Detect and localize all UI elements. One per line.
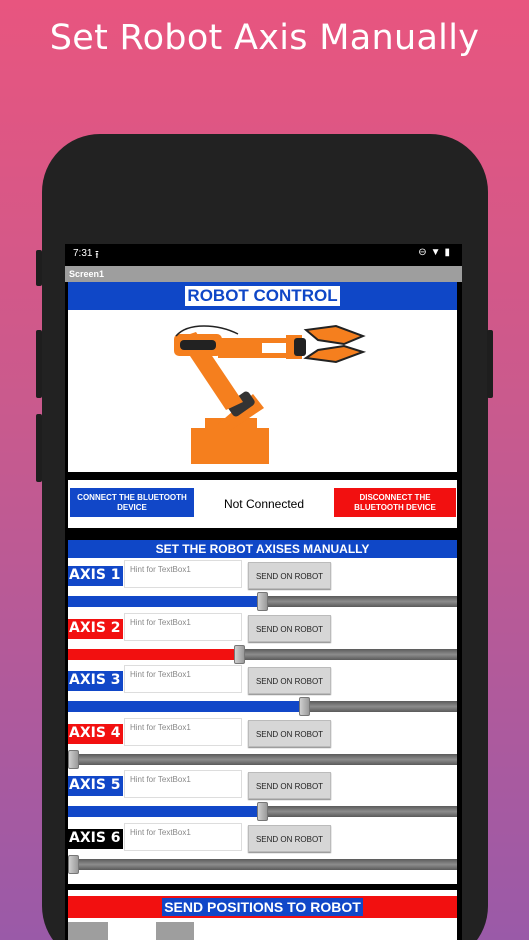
robot-arm-icon	[174, 324, 367, 464]
send-positions-header: SEND POSITIONS TO ROBOT	[68, 896, 457, 918]
phone-side-button	[487, 330, 493, 398]
axis-slider-fill	[68, 648, 237, 660]
disconnect-bluetooth-button[interactable]: DISCONNECT THE BLUETOOTH DEVICE	[334, 488, 456, 517]
battery-icon: ▮	[444, 247, 454, 258]
axis-row: AXIS 5 Hint for TextBox1 SEND ON ROBOT	[68, 770, 457, 823]
status-time: 7:31	[73, 248, 93, 259]
axis-slider-thumb[interactable]	[68, 749, 79, 769]
axis-slider-thumb[interactable]	[257, 592, 268, 611]
send-positions-title: SEND POSITIONS TO ROBOT	[162, 898, 363, 916]
position-slot	[68, 922, 108, 940]
status-bar: 7:31 ⭱ ⊖▼▮	[65, 244, 462, 264]
send-on-robot-button[interactable]: SEND ON ROBOT	[248, 667, 331, 695]
phone-side-button	[36, 330, 42, 398]
axis-row: AXIS 4 Hint for TextBox1 SEND ON ROBOT	[68, 717, 457, 771]
axis-label: AXIS 6	[68, 829, 123, 849]
axis-row: AXIS 6 Hint for TextBox1 SEND ON ROBOT	[68, 823, 457, 876]
page-title: ROBOT CONTROL	[185, 286, 340, 306]
axis-slider-fill	[68, 596, 260, 607]
screen-title-bar: Screen1	[65, 266, 462, 282]
promo-title: Set Robot Axis Manually	[49, 18, 480, 58]
upload-icon: ⭱	[95, 249, 99, 261]
axis-slider-thumb[interactable]	[234, 644, 245, 664]
status-icons: ⊖▼▮	[418, 247, 454, 258]
robot-arm-image	[68, 310, 457, 472]
send-on-robot-button[interactable]: SEND ON ROBOT	[248, 719, 331, 747]
axis-control-panel: SET THE ROBOT AXISES MANUALLY AXIS 1 Hint…	[68, 540, 457, 884]
axis-value-input[interactable]: Hint for TextBox1	[124, 560, 242, 588]
phone-side-button	[36, 414, 42, 482]
do-not-disturb-icon: ⊖	[418, 247, 431, 258]
phone-screen: 7:31 ⭱ ⊖▼▮ Screen1 ROBOT CONTROL CONNECT…	[65, 244, 462, 940]
position-slot	[156, 922, 194, 940]
axis-slider[interactable]	[68, 753, 457, 765]
axes-header: SET THE ROBOT AXISES MANUALLY	[68, 540, 457, 558]
axis-value-input[interactable]: Hint for TextBox1	[124, 665, 242, 694]
send-on-robot-button[interactable]: SEND ON ROBOT	[248, 562, 331, 589]
axis-value-input[interactable]: Hint for TextBox1	[124, 770, 242, 799]
axis-row: AXIS 2 Hint for TextBox1 SEND ON ROBOT	[68, 612, 457, 666]
connect-bluetooth-button[interactable]: CONNECT THE BLUETOOTH DEVICE	[70, 488, 194, 517]
axis-slider[interactable]	[68, 859, 457, 870]
axis-label: AXIS 2	[68, 618, 123, 639]
axis-label: AXIS 1	[68, 566, 123, 586]
bluetooth-connection-row: CONNECT THE BLUETOOTH DEVICE Not Connect…	[68, 480, 457, 528]
axis-value-input[interactable]: Hint for TextBox1	[124, 612, 242, 641]
axis-slider-thumb[interactable]	[299, 697, 310, 717]
axis-label: AXIS 4	[68, 723, 123, 744]
axis-row: AXIS 3 Hint for TextBox1 SEND ON ROBOT	[68, 665, 457, 718]
axis-label: AXIS 3	[68, 671, 123, 692]
send-on-robot-button[interactable]: SEND ON ROBOT	[248, 825, 331, 852]
axis-slider-fill	[68, 701, 302, 713]
send-positions-panel: SEND POSITIONS TO ROBOT	[68, 890, 457, 940]
axis-slider-thumb[interactable]	[68, 855, 79, 874]
axis-value-input[interactable]: Hint for TextBox1	[124, 823, 242, 851]
axis-row: AXIS 1 Hint for TextBox1 SEND ON ROBOT	[68, 560, 457, 613]
robot-control-panel: ROBOT CONTROL	[68, 282, 457, 472]
axis-slider-fill	[68, 806, 260, 818]
axis-label: AXIS 5	[68, 776, 123, 797]
send-on-robot-button[interactable]: SEND ON ROBOT	[248, 614, 331, 642]
phone-side-button	[36, 250, 42, 286]
axis-slider-thumb[interactable]	[257, 802, 268, 822]
connection-status: Not Connected	[223, 497, 305, 511]
robot-control-header: ROBOT CONTROL	[68, 282, 457, 310]
send-on-robot-button[interactable]: SEND ON ROBOT	[248, 772, 331, 800]
axis-value-input[interactable]: Hint for TextBox1	[124, 717, 242, 746]
wifi-icon: ▼	[430, 247, 445, 258]
